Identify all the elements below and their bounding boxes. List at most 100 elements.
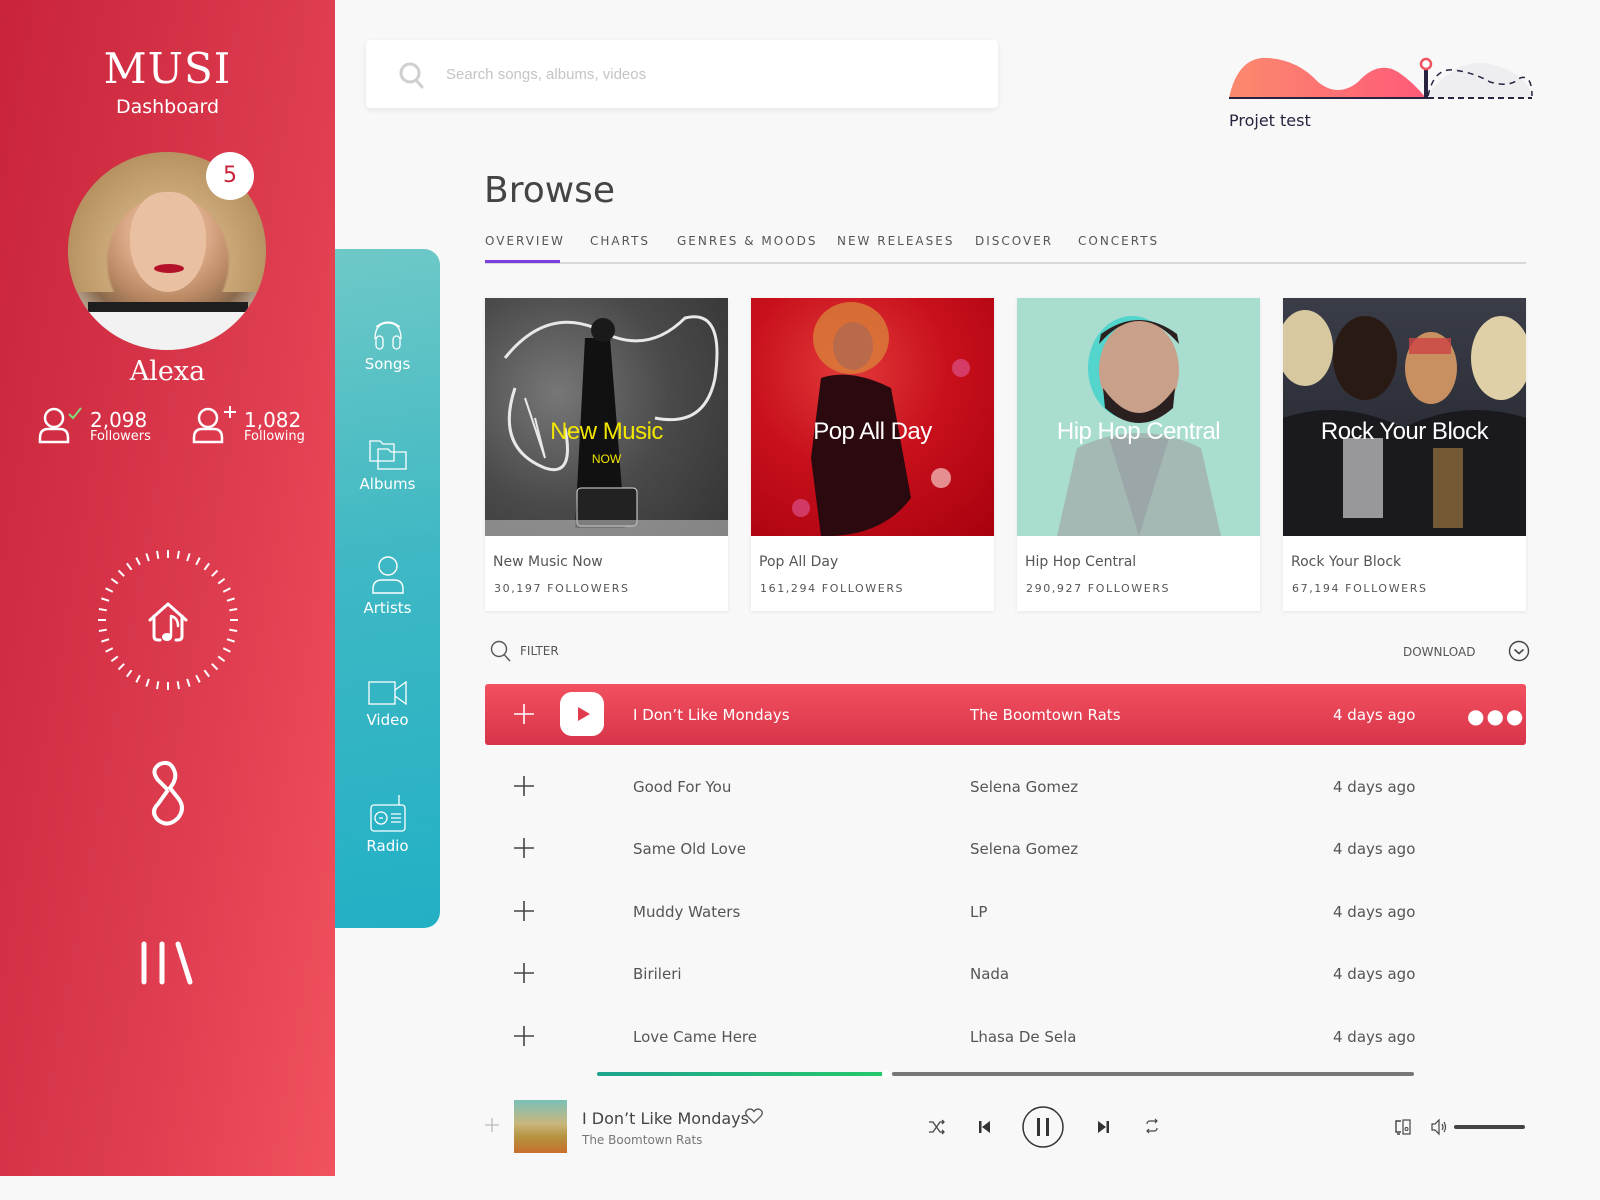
now-playing-title: I Don’t Like Mondays [582, 1109, 749, 1128]
playlist-cover[interactable]: Rock Your Block [1283, 298, 1526, 536]
playlist-card[interactable]: New Music NOW New Music Now 30,197 FOLLO… [485, 298, 728, 611]
progress-played[interactable] [597, 1072, 883, 1076]
add-icon[interactable] [513, 837, 535, 859]
repeat-icon[interactable] [1144, 1118, 1160, 1134]
next-icon[interactable] [1096, 1120, 1110, 1134]
track-row[interactable]: Good For You Selena Gomez 4 days ago [485, 756, 1526, 817]
playlist-name[interactable]: Hip Hop Central [1025, 554, 1136, 570]
playlist-name[interactable]: Pop All Day [759, 554, 838, 570]
add-icon[interactable] [513, 900, 535, 922]
now-playing-artist[interactable]: The Boomtown Rats [582, 1133, 702, 1147]
dial-tick [195, 674, 201, 683]
followers-stat[interactable]: 2,098 Followers [38, 404, 151, 444]
progress-handle[interactable] [882, 1070, 890, 1078]
filter-button[interactable]: FILTER [490, 640, 559, 662]
volume-slider[interactable] [1454, 1125, 1525, 1129]
devices-icon[interactable] [1394, 1118, 1412, 1136]
add-icon[interactable] [513, 1025, 535, 1047]
playlist-name[interactable]: Rock Your Block [1291, 554, 1401, 570]
page-title: Browse [484, 170, 616, 211]
home-music-icon[interactable] [96, 548, 240, 692]
nav-item-albums[interactable]: Albums [335, 439, 440, 493]
following-stat[interactable]: 1,082 Following [192, 404, 305, 444]
tab-new-releases[interactable]: NEW RELEASES [837, 234, 954, 248]
more-options-icon[interactable]: ●●● [1467, 704, 1525, 728]
tab-overview[interactable]: OVERVIEW [485, 234, 565, 263]
playlist-card[interactable]: Rock Your Block Rock Your Block 67,194 F… [1283, 298, 1526, 611]
nav-item-artists[interactable]: Artists [335, 555, 440, 617]
dial-tick [110, 655, 119, 662]
track-artist[interactable]: Selena Gomez [970, 840, 1078, 858]
search-bar[interactable] [366, 40, 998, 108]
track-artist[interactable]: LP [970, 903, 987, 921]
dial-tick [186, 553, 191, 562]
project-progress-wave[interactable] [1228, 52, 1534, 104]
heart-icon[interactable] [745, 1107, 763, 1125]
dial-tick [222, 647, 231, 653]
followers-count: 2,098 [90, 408, 148, 432]
chevron-down-circle-icon[interactable] [1508, 640, 1530, 662]
tab-genres-moods[interactable]: GENRES & MOODS [677, 234, 817, 248]
filter-label: FILTER [520, 644, 559, 658]
track-row[interactable]: I Don’t Like Mondays The Boomtown Rats 4… [485, 684, 1526, 745]
track-added: 4 days ago [1333, 903, 1416, 921]
s-logo-icon[interactable] [144, 760, 192, 830]
previous-icon[interactable] [978, 1120, 992, 1134]
shuffle-icon[interactable] [928, 1119, 946, 1135]
track-title: Birileri [633, 965, 682, 983]
add-icon[interactable] [513, 703, 535, 725]
tab-concerts[interactable]: CONCERTS [1078, 234, 1159, 248]
dial-tick [217, 578, 226, 585]
nav-item-songs[interactable]: Songs [335, 319, 440, 373]
dial-tick [156, 681, 160, 690]
track-title: Muddy Waters [633, 903, 741, 921]
track-title: Same Old Love [633, 840, 746, 858]
track-row[interactable]: Same Old Love Selena Gomez 4 days ago [485, 818, 1526, 879]
dial-tick [101, 597, 110, 602]
dial-tick [211, 663, 219, 671]
progress-remaining[interactable] [892, 1072, 1414, 1076]
now-playing-cover[interactable] [514, 1100, 567, 1153]
track-artist[interactable]: Nada [970, 965, 1009, 983]
nav-item-video[interactable]: Video [335, 679, 440, 729]
search-input[interactable] [446, 60, 966, 88]
notification-badge[interactable]: 5 [206, 152, 254, 200]
playlist-card[interactable]: Hip Hop Central Hip Hop Central 290,927 … [1017, 298, 1260, 611]
track-artist[interactable]: Lhasa De Sela [970, 1028, 1077, 1046]
track-row[interactable]: Birileri Nada 4 days ago [485, 943, 1526, 1004]
playlist-cover[interactable]: Hip Hop Central [1017, 298, 1260, 536]
playlist-card[interactable]: Pop All Day Pop All Day 161,294 FOLLOWER… [751, 298, 994, 611]
nav-item-radio[interactable]: Radio [335, 793, 440, 855]
play-button[interactable] [560, 692, 604, 736]
track-row[interactable]: Love Came Here Lhasa De Sela 4 days ago [485, 1006, 1526, 1067]
search-icon [490, 640, 511, 662]
nav-label: Video [366, 711, 409, 729]
radio-icon [369, 795, 406, 832]
category-nav: Songs Albums Artists Video Radio [335, 249, 440, 928]
followers-icon [38, 407, 82, 444]
playlist-cover[interactable]: Pop All Day [751, 298, 994, 536]
dial-tick [226, 638, 235, 643]
playlist-cover[interactable]: New Music NOW [485, 298, 728, 536]
track-artist[interactable]: Selena Gomez [970, 778, 1078, 796]
playlist-cover-title: Hip Hop Central [1056, 418, 1221, 445]
playlist-name[interactable]: New Music Now [493, 554, 603, 570]
dial-tick [195, 557, 201, 566]
add-icon[interactable] [513, 962, 535, 984]
track-artist[interactable]: The Boomtown Rats [970, 706, 1121, 724]
playlist-followers: 30,197 FOLLOWERS [494, 582, 630, 595]
tab-discover[interactable]: DISCOVER [975, 234, 1053, 248]
volume-icon[interactable] [1430, 1118, 1448, 1136]
library-icon[interactable] [136, 940, 200, 986]
dial-tick [101, 638, 110, 643]
headphones-icon [373, 321, 402, 350]
track-row[interactable]: Muddy Waters LP 4 days ago [485, 881, 1526, 942]
playlist-followers: 161,294 FOLLOWERS [760, 582, 905, 595]
add-icon[interactable] [484, 1117, 500, 1133]
pause-button[interactable] [1021, 1105, 1065, 1149]
track-added: 4 days ago [1333, 706, 1416, 724]
download-button[interactable]: DOWNLOAD [1403, 645, 1475, 659]
dial-tick [135, 557, 141, 566]
tab-charts[interactable]: CHARTS [590, 234, 650, 248]
add-icon[interactable] [513, 775, 535, 797]
